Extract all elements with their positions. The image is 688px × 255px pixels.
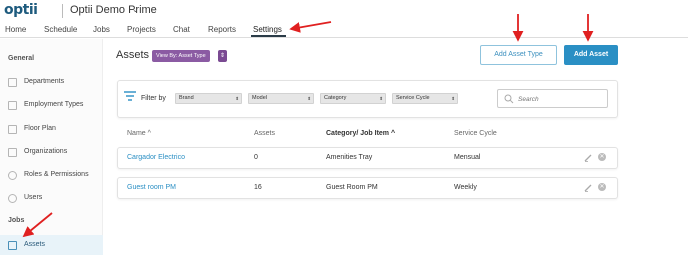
delete-icon[interactable]: ✕ <box>598 183 606 191</box>
updown-arrow-icon: ⬍ <box>379 96 383 101</box>
sidebar-item-organizations[interactable]: Organizations <box>0 142 103 162</box>
sidebar-item-label: Floor Plan <box>24 125 56 132</box>
sidebar-item-employment-types[interactable]: Employment Types <box>0 95 103 115</box>
column-header-category[interactable]: Category/ Job Item ^ <box>326 130 395 137</box>
asset-service-cycle: Mensual <box>454 154 481 161</box>
asset-name-link[interactable]: Guest room PM <box>127 184 176 191</box>
sidebar-item-label: Assets <box>24 241 46 248</box>
sidebar-item-label: Roles & Permissions <box>24 171 89 178</box>
page-title: Assets <box>116 49 150 61</box>
sidebar-item-floor-plan[interactable]: Floor Plan <box>0 119 103 139</box>
asset-category: Amenities Tray <box>326 154 373 161</box>
nav-chat[interactable]: Chat <box>173 25 190 34</box>
edit-icon[interactable] <box>584 184 592 192</box>
dropdown-value: Service Cycle <box>396 95 430 101</box>
sidebar-item-users[interactable]: Users <box>0 188 103 208</box>
search-field[interactable] <box>497 89 608 108</box>
cube-icon <box>8 241 17 250</box>
edit-icon[interactable] <box>584 154 592 162</box>
brand-dropdown[interactable]: Brand ⬍ <box>175 93 242 104</box>
sidebar-heading-jobs: Jobs <box>8 217 25 224</box>
asset-count: 0 <box>254 154 258 161</box>
org-chart-icon <box>8 148 17 157</box>
search-input[interactable] <box>518 93 603 105</box>
dropdown-value: Brand <box>179 95 194 101</box>
sidebar-item-label: Departments <box>24 78 65 85</box>
header-divider <box>62 4 63 18</box>
dropdown-value: Category <box>324 95 347 101</box>
sidebar-item-assets[interactable]: Assets <box>0 235 103 255</box>
add-asset-button[interactable]: Add Asset <box>564 45 618 65</box>
sidebar-item-roles-permissions[interactable]: Roles & Permissions <box>0 165 103 185</box>
dropdown-value: Model <box>252 95 267 101</box>
sidebar-item-label: Organizations <box>24 148 68 155</box>
updown-arrow-icon: ⬍ <box>451 96 455 101</box>
model-dropdown[interactable]: Model ⬍ <box>248 93 314 104</box>
service-cycle-dropdown[interactable]: Service Cycle ⬍ <box>392 93 458 104</box>
asset-category: Guest Room PM <box>326 184 378 191</box>
asset-service-cycle: Weekly <box>454 184 477 191</box>
top-header: optii Optii Demo Prime ⌄ <box>0 0 688 22</box>
user-icon <box>8 194 17 203</box>
search-icon <box>504 94 514 104</box>
nav-home[interactable]: Home <box>5 25 26 34</box>
nav-reports[interactable]: Reports <box>208 25 236 34</box>
asset-count: 16 <box>254 184 262 191</box>
add-asset-type-button[interactable]: Add Asset Type <box>480 45 557 65</box>
column-header-assets[interactable]: Assets <box>254 130 275 137</box>
settings-sidebar: General Departments Employment Types Flo… <box>0 39 103 255</box>
column-header-name[interactable]: Name ^ <box>127 130 151 137</box>
column-header-service-cycle[interactable]: Service Cycle <box>454 130 497 137</box>
sidebar-item-label: Employment Types <box>24 101 84 108</box>
view-by-badge[interactable]: View By: Asset Type <box>152 50 210 62</box>
key-icon <box>8 171 17 180</box>
optii-logo[interactable]: optii <box>4 2 38 18</box>
chevron-down-icon[interactable]: ⌄ <box>132 5 139 14</box>
delete-icon[interactable]: ✕ <box>598 153 606 161</box>
updown-arrow-icon: ⬍ <box>307 96 311 101</box>
main-nav: Home Schedule Jobs Projects Chat Reports… <box>0 22 688 38</box>
nav-schedule[interactable]: Schedule <box>44 25 77 34</box>
category-dropdown[interactable]: Category ⬍ <box>320 93 386 104</box>
floor-plan-icon <box>8 125 17 134</box>
sidebar-item-label: Users <box>24 194 43 201</box>
filter-icon[interactable] <box>124 91 136 101</box>
property-name[interactable]: Optii Demo Prime <box>70 4 157 16</box>
sidebar-item-departments[interactable]: Departments <box>0 72 103 92</box>
sidebar-heading-general: General <box>8 55 35 62</box>
filter-by-label: Filter by <box>141 95 166 102</box>
grid-icon <box>8 78 17 87</box>
asset-name-link[interactable]: Cargador Electrico <box>127 154 185 161</box>
nav-projects[interactable]: Projects <box>127 25 156 34</box>
nav-settings[interactable]: Settings <box>253 25 282 34</box>
annotation-overlay <box>22 14 594 238</box>
nav-jobs[interactable]: Jobs <box>93 25 110 34</box>
active-tab-underline <box>251 35 286 37</box>
view-toggle-icon[interactable]: ⇕ <box>218 50 227 62</box>
updown-arrow-icon: ⬍ <box>235 96 239 101</box>
id-card-icon <box>8 101 17 110</box>
